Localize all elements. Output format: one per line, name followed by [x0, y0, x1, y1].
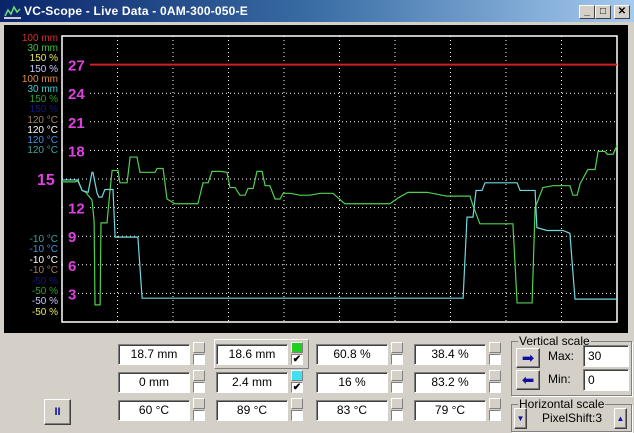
channel-checkbox[interactable]: ✔	[291, 382, 303, 393]
max-input[interactable]: 30	[583, 345, 629, 367]
y-tick-label: 18	[68, 143, 85, 160]
y-tick-label: 6	[68, 258, 76, 275]
channel-checkbox[interactable]	[391, 410, 403, 421]
readout-value: 0 mm	[118, 372, 190, 393]
minimize-button[interactable]: _	[579, 5, 595, 19]
channel-color-indicator	[193, 370, 205, 381]
channel-color-indicator	[391, 398, 403, 409]
max-label: Max:	[548, 349, 575, 363]
selected-channel-frame	[214, 339, 309, 369]
channel-color-indicator	[291, 370, 303, 381]
y-tick-label: 24	[68, 86, 85, 103]
min-input[interactable]: 0	[583, 369, 629, 391]
channel-color-indicator	[391, 342, 403, 353]
readout-value: 89 °C	[216, 400, 288, 421]
channel-color-indicator	[193, 342, 205, 353]
arrow-left-icon[interactable]: ⬅	[516, 370, 540, 390]
pixelshift-value: PixelShift:3	[542, 411, 603, 425]
readout-value: 18.7 mm	[118, 344, 190, 365]
vertical-scale-title: Vertical scale	[518, 334, 591, 348]
scope-chart: 3 6 9 12 15 18 21 24 27	[37, 35, 618, 323]
readout-value: 16 %	[316, 372, 388, 393]
close-button[interactable]: ✕	[614, 5, 630, 19]
readout-value: 60 °C	[118, 400, 190, 421]
window-title: VC-Scope - Live Data - 0AM-300-050-E	[24, 4, 248, 18]
channel-checkbox[interactable]	[489, 410, 501, 421]
scope-panel: 100 mm 30 mm 150 % 150 % 100 mm 30 mm 150 % 150…	[4, 25, 628, 333]
y-tick-label: 9	[68, 229, 76, 246]
readout-value: 83 °C	[316, 400, 388, 421]
channel-color-indicator	[489, 398, 501, 409]
app-icon	[4, 5, 21, 19]
channel-checkbox[interactable]	[193, 382, 205, 393]
y-tick-label: 3	[68, 286, 76, 303]
channel-color-indicator	[489, 342, 501, 353]
horizontal-scale-title: Horizontal scale	[518, 397, 606, 411]
channel-color-indicator	[291, 398, 303, 409]
readout-value: 60.8 %	[316, 344, 388, 365]
maximize-button[interactable]: □	[595, 5, 611, 19]
pause-button[interactable]: II	[44, 399, 71, 425]
channel-checkbox[interactable]	[193, 410, 205, 421]
channel-color-indicator	[391, 370, 403, 381]
channel-checkbox[interactable]	[291, 410, 303, 421]
readout-value: 83.2 %	[414, 372, 486, 393]
scale-up-button[interactable]: ▲	[614, 408, 627, 429]
channel-color-indicator	[193, 398, 205, 409]
channel-checkbox[interactable]	[391, 354, 403, 365]
channel-checkbox[interactable]	[489, 382, 501, 393]
scale-down-button[interactable]: ▼	[514, 408, 527, 429]
channel-checkbox[interactable]	[391, 382, 403, 393]
channel-checkbox[interactable]	[193, 354, 205, 365]
arrow-right-icon[interactable]: ➡	[516, 348, 540, 368]
plot-frame	[61, 35, 618, 323]
channel-color-indicator	[489, 370, 501, 381]
readout-value: 38.4 %	[414, 344, 486, 365]
y-tick-label: 12	[68, 201, 85, 218]
channel-checkbox[interactable]	[489, 354, 501, 365]
y-tick-label: 27	[68, 58, 85, 75]
title-bar: VC-Scope - Live Data - 0AM-300-050-E _ □…	[0, 0, 634, 23]
y-tick-label: 15	[37, 172, 55, 189]
y-tick-label: 21	[68, 115, 85, 132]
readout-value: 2.4 mm	[216, 372, 288, 393]
readout-value: 79 °C	[414, 400, 486, 421]
min-label: Min:	[548, 372, 571, 386]
